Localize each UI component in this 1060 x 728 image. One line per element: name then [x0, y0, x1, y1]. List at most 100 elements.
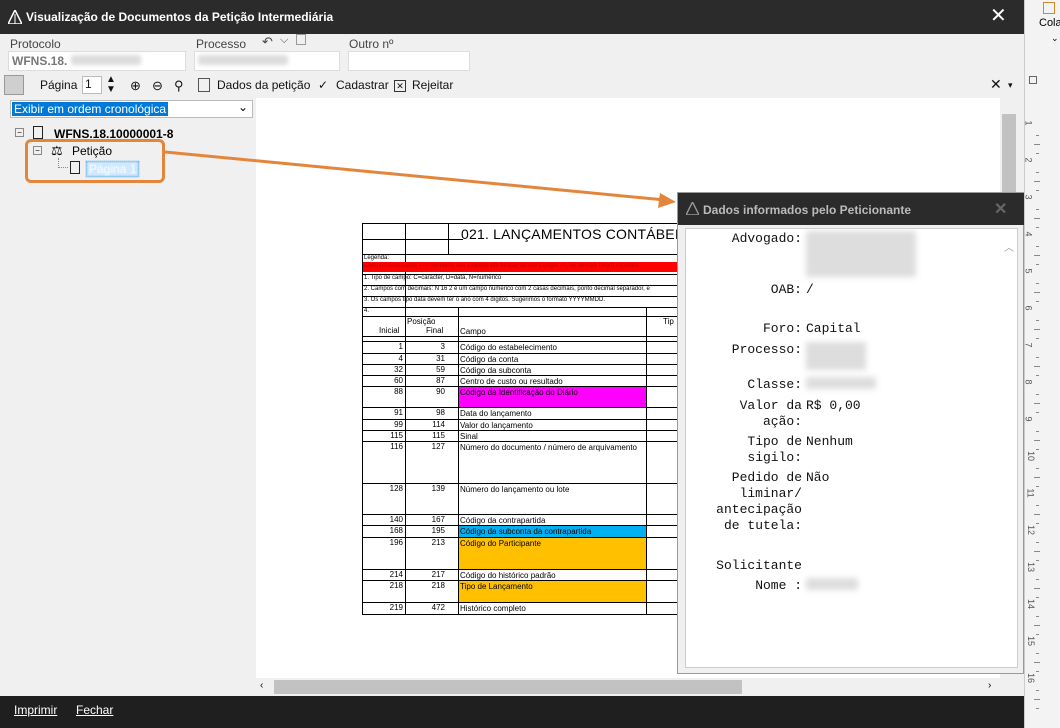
- protocolo-field[interactable]: WFNS.18.: [8, 51, 186, 71]
- back-arrow-icon[interactable]: ↶: [262, 34, 273, 50]
- pedido-label-1: Pedido de: [731, 470, 802, 485]
- pagina-input[interactable]: 1: [82, 76, 102, 94]
- row-final: 3: [440, 342, 445, 351]
- horizontal-scroll-thumb[interactable]: [274, 680, 742, 694]
- protocolo-blurred: [70, 55, 141, 65]
- rejeitar-icon[interactable]: ✕: [394, 80, 406, 92]
- collapse-icon[interactable]: −: [15, 128, 24, 137]
- oab-label: OAB:: [770, 282, 802, 297]
- ruler-tick: [1034, 181, 1040, 182]
- sigilo-value: Nenhum: [806, 434, 853, 449]
- close-panel-icon[interactable]: ✕: [990, 76, 1002, 93]
- document-page: 021. LANÇAMENTOS CONTÁBEIS Legenda: Campos…: [362, 223, 678, 615]
- ruler-tick: [1036, 190, 1039, 191]
- ruler-tick: [1036, 153, 1039, 154]
- ruler-tick: [1036, 246, 1039, 247]
- classe-label: Classe:: [747, 377, 802, 392]
- paste-icon[interactable]: [1043, 2, 1055, 14]
- advogado-label: Advogado:: [731, 231, 802, 246]
- ruler-tick: [1034, 699, 1040, 700]
- ruler-tick: [1034, 514, 1040, 515]
- nome-label: Nome :: [755, 578, 802, 593]
- zoom-in-icon[interactable]: ⊕: [130, 78, 141, 94]
- ruler-tick: [1036, 394, 1039, 395]
- popup-close-icon[interactable]: ✕: [994, 199, 1007, 219]
- check-icon[interactable]: ✓: [318, 78, 328, 92]
- ruler-number: 13: [1026, 561, 1037, 573]
- ruler-tick: [1036, 634, 1039, 635]
- overflow-icon[interactable]: ▾: [1008, 80, 1013, 91]
- vertical-scroll-thumb[interactable]: [1002, 114, 1016, 194]
- horizontal-scrollbar[interactable]: ‹ ›: [256, 678, 1018, 696]
- processo-popup-label: Processo:: [731, 342, 802, 357]
- pedido-label-2: liminar/: [739, 486, 802, 501]
- ruler-number: 9: [1023, 416, 1034, 422]
- row-inicial: 140: [389, 515, 403, 524]
- ruler-tick: [1036, 227, 1039, 228]
- document-icon: [33, 126, 43, 139]
- processo-field[interactable]: [194, 51, 340, 71]
- valor-value: R$ 0,00: [806, 398, 861, 413]
- left-panel: Exibir em ordem cronológica ⌄ − WFNS.18.…: [0, 98, 256, 696]
- dados-peticao-button[interactable]: Dados da petição: [217, 78, 310, 92]
- nome-value-blurred: [806, 578, 858, 590]
- ruler-tick: [1036, 671, 1039, 672]
- pagina-stepper-icon[interactable]: ▲ ▼: [106, 75, 116, 95]
- window-title: Visualização de Documentos da Petição In…: [26, 10, 334, 24]
- pedido-label-3: antecipação: [716, 502, 802, 517]
- chevron-down-icon[interactable]: ⌄: [1051, 33, 1059, 44]
- app-logo-icon: [686, 202, 699, 215]
- ruler-corner: [1029, 76, 1037, 84]
- row-final: 31: [436, 354, 445, 363]
- copy-icon[interactable]: [296, 34, 306, 45]
- ruler-number: 3: [1023, 194, 1034, 200]
- advogado-value-blurred: [806, 231, 916, 277]
- valor-label-1: Valor da: [739, 398, 802, 413]
- col-posicao: Posição: [407, 317, 436, 326]
- ruler-tick: [1036, 708, 1039, 709]
- ruler-number: 1: [1023, 120, 1034, 126]
- chevron-down-icon[interactable]: ⌵: [280, 34, 288, 47]
- rejeitar-button[interactable]: Rejeitar: [412, 78, 453, 92]
- imprimir-button[interactable]: Imprimir: [14, 703, 57, 717]
- scroll-left-icon[interactable]: ‹: [260, 680, 263, 691]
- foro-value: Capital: [806, 321, 861, 336]
- ruler-tick: [1036, 523, 1039, 524]
- ruler-tick: [1036, 505, 1039, 506]
- header-fields: Protocolo WFNS.18. Processo ↶ ⌵ Outro nº: [0, 34, 1024, 74]
- scroll-right-icon[interactable]: ›: [988, 680, 991, 691]
- ruler-tick: [1036, 449, 1039, 450]
- ruler-number: 5: [1023, 268, 1034, 274]
- title-bar: Visualização de Documentos da Petição In…: [0, 0, 1024, 34]
- row-inicial: 128: [389, 484, 403, 493]
- ruler-number: 11: [1025, 488, 1036, 498]
- fechar-button[interactable]: Fechar: [76, 703, 113, 717]
- row-inicial: 214: [389, 570, 403, 579]
- row-campo: Histórico completo: [460, 604, 526, 613]
- dados-peticao-icon[interactable]: [198, 78, 210, 92]
- pagina-label: Página: [40, 78, 78, 92]
- sort-select[interactable]: Exibir em ordem cronológica ⌄: [10, 100, 253, 118]
- panel-toggle-icon[interactable]: [4, 75, 24, 95]
- row-final: 167: [431, 515, 445, 524]
- ruler-tick: [1036, 412, 1039, 413]
- cadastrar-button[interactable]: Cadastrar: [336, 78, 389, 92]
- row-final: 213: [431, 538, 445, 547]
- close-window-icon[interactable]: ✕: [990, 5, 1007, 27]
- row-inicial: 88: [394, 387, 403, 396]
- ruler-tick: [1034, 255, 1040, 256]
- paste-label[interactable]: Cola: [1039, 17, 1060, 29]
- col-inicial: Inicial: [379, 326, 400, 335]
- popup-scroll-up-icon[interactable]: ︿: [1004, 239, 1014, 254]
- chevron-down-icon[interactable]: ⌄: [238, 100, 248, 114]
- popup-body: Advogado: OAB: / Foro: Capital Processo:…: [685, 228, 1018, 668]
- sigilo-label-2: sigilo:: [747, 450, 802, 465]
- row-line: [363, 307, 677, 308]
- outro-field[interactable]: [348, 51, 470, 71]
- ruler-number: 10: [1026, 450, 1037, 462]
- ruler-tick: [1036, 338, 1039, 339]
- zoom-out-icon[interactable]: ⊖: [152, 78, 163, 94]
- zoom-fit-icon[interactable]: ⚲: [174, 78, 184, 94]
- ruler-number: 6: [1023, 305, 1034, 311]
- ruler-tick: [1036, 468, 1039, 469]
